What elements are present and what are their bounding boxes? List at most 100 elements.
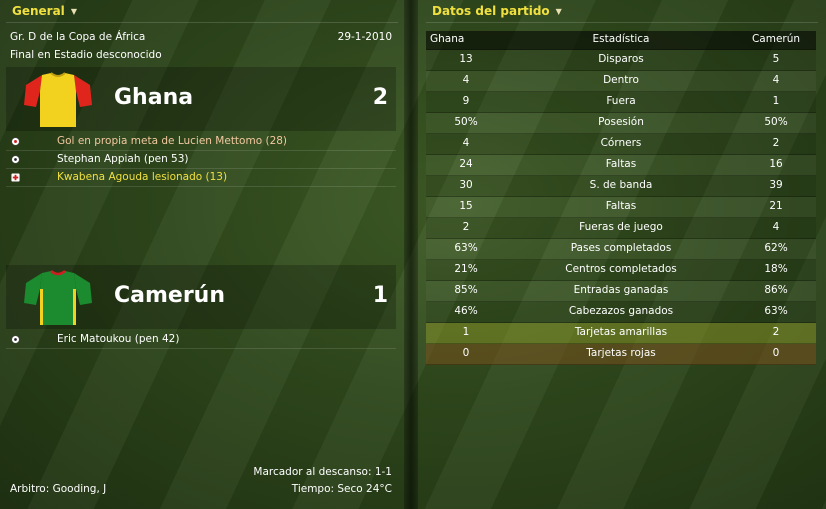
stats-row: 50% Posesión 50%: [426, 113, 816, 134]
stats-away-cell: 86%: [764, 284, 788, 296]
stats-away-cell: 0: [772, 347, 780, 359]
stats-label-cell: Disparos: [598, 53, 644, 65]
event-row: Kwabena Agouda lesionado (13): [6, 169, 396, 187]
stats-header-label: Estadística: [592, 33, 650, 45]
stats-label-cell: Pases completados: [570, 242, 672, 254]
stats-home-cell: 4: [462, 137, 470, 149]
own-goal-icon: [11, 137, 20, 146]
home-score: 2: [372, 85, 388, 110]
stats-away-cell: 4: [772, 74, 780, 86]
event-text: Gol en propia meta de Lucien Mettomo (28…: [57, 135, 288, 147]
stats-away-cell: 21: [769, 200, 783, 212]
stats-label-cell: Fuera: [606, 95, 636, 107]
event-text: Kwabena Agouda lesionado (13): [57, 171, 228, 183]
tab-underline: [6, 22, 398, 23]
panel-divider: [404, 0, 418, 509]
general-tab-label: General: [12, 4, 65, 18]
stats-row: 46% Cabezazos ganados 63%: [426, 302, 816, 323]
stats-label-cell: Faltas: [605, 158, 637, 170]
stats-home-cell: 85%: [454, 284, 478, 296]
away-team-box: Camerún 1: [6, 265, 396, 329]
chevron-down-icon[interactable]: ▼: [71, 7, 77, 16]
away-kit-icon: [24, 270, 92, 325]
stats-row: 21% Centros completados 18%: [426, 260, 816, 281]
stats-home-cell: 2: [462, 221, 470, 233]
stats-row: 63% Pases completados 62%: [426, 239, 816, 260]
match-date: 29-1-2010: [337, 31, 392, 43]
stats-row: 4 Córners 2: [426, 134, 816, 155]
stats-label-cell: Tarjetas rojas: [586, 347, 656, 359]
event-row: Eric Matoukou (pen 42): [6, 331, 396, 349]
stats-label-cell: Posesión: [598, 116, 644, 128]
stats-home-cell: 1: [462, 326, 470, 338]
stats-away-cell: 1: [772, 95, 780, 107]
stats-label-cell: Córners: [600, 137, 642, 149]
stats-away-cell: 50%: [764, 116, 788, 128]
stats-away-cell: 18%: [764, 263, 788, 275]
stats-label-cell: Dentro: [603, 74, 639, 86]
home-kit-icon: [24, 72, 92, 127]
halftime-score: Marcador al descanso: 1-1: [253, 466, 392, 478]
home-team-box: Ghana 2: [6, 67, 396, 131]
stats-table: Ghana Estadística Camerún 13 Disparos 5 4 De…: [426, 31, 816, 365]
event-row: Gol en propia meta de Lucien Mettomo (28…: [6, 133, 396, 151]
stats-home-cell: 30: [459, 179, 473, 191]
referee-label: Arbitro: Gooding, J: [10, 483, 107, 495]
match-data-tab[interactable]: Datos del partido ▼: [432, 4, 562, 18]
stats-home-cell: 13: [459, 53, 473, 65]
venue-label: Final en Estadio desconocido: [10, 49, 162, 61]
injury-icon: [11, 173, 20, 182]
event-text: Stephan Appiah (pen 53): [57, 153, 189, 165]
stats-label-cell: Entradas ganadas: [573, 284, 669, 296]
away-team-name[interactable]: Camerún: [114, 283, 225, 308]
home-events: Gol en propia meta de Lucien Mettomo (28…: [6, 133, 396, 187]
chevron-down-icon[interactable]: ▼: [556, 7, 562, 16]
stats-row: 4 Dentro 4: [426, 71, 816, 92]
stats-away-cell: 2: [772, 137, 780, 149]
tab-underline: [426, 22, 818, 23]
stats-away-cell: 5: [772, 53, 780, 65]
stats-row: 30 S. de banda 39: [426, 176, 816, 197]
stats-home-cell: 50%: [454, 116, 478, 128]
stats-home-cell: 0: [462, 347, 470, 359]
home-team-name[interactable]: Ghana: [114, 85, 193, 110]
stats-home-cell: 9: [462, 95, 470, 107]
stats-label-cell: Centros completados: [565, 263, 677, 275]
general-panel: General ▼ Gr. D de la Copa de África 29-1…: [0, 0, 404, 509]
competition-label: Gr. D de la Copa de África: [10, 31, 146, 43]
stats-label-cell: S. de banda: [589, 179, 653, 191]
stats-label-cell: Tarjetas amarillas: [574, 326, 668, 338]
stats-row: 15 Faltas 21: [426, 197, 816, 218]
away-score: 1: [372, 283, 388, 308]
stats-away-cell: 39: [769, 179, 783, 191]
stats-home-cell: 15: [459, 200, 473, 212]
stats-row: 85% Entradas ganadas 86%: [426, 281, 816, 302]
event-text: Eric Matoukou (pen 42): [57, 333, 180, 345]
stats-row: 9 Fuera 1: [426, 92, 816, 113]
stats-home-cell: 63%: [454, 242, 478, 254]
stats-label-cell: Faltas: [605, 200, 637, 212]
stats-header-home: Ghana: [430, 33, 465, 45]
stats-home-cell: 21%: [454, 263, 478, 275]
stats-label-cell: Cabezazos ganados: [568, 305, 674, 317]
stats-away-cell: 16: [769, 158, 783, 170]
match-data-tab-label: Datos del partido: [432, 4, 550, 18]
stats-row: 2 Fueras de juego 4: [426, 218, 816, 239]
stats-row: 0 Tarjetas rojas 0: [426, 344, 816, 365]
stats-home-cell: 24: [459, 158, 473, 170]
stats-home-cell: 46%: [454, 305, 478, 317]
stats-label-cell: Fueras de juego: [579, 221, 663, 233]
stats-away-cell: 63%: [764, 305, 788, 317]
stats-away-cell: 62%: [764, 242, 788, 254]
stats-row: 24 Faltas 16: [426, 155, 816, 176]
stats-row: 13 Disparos 5: [426, 50, 816, 71]
stats-home-cell: 4: [462, 74, 470, 86]
stats-header-row: Ghana Estadística Camerún: [426, 31, 816, 50]
weather-label: Tiempo: Seco 24°C: [291, 483, 392, 495]
stats-header-away: Camerún: [751, 33, 801, 45]
event-row: Stephan Appiah (pen 53): [6, 151, 396, 169]
away-events: Eric Matoukou (pen 42): [6, 331, 396, 349]
general-tab[interactable]: General ▼: [12, 4, 77, 18]
goal-ball-icon: [11, 335, 20, 344]
stats-away-cell: 2: [772, 326, 780, 338]
